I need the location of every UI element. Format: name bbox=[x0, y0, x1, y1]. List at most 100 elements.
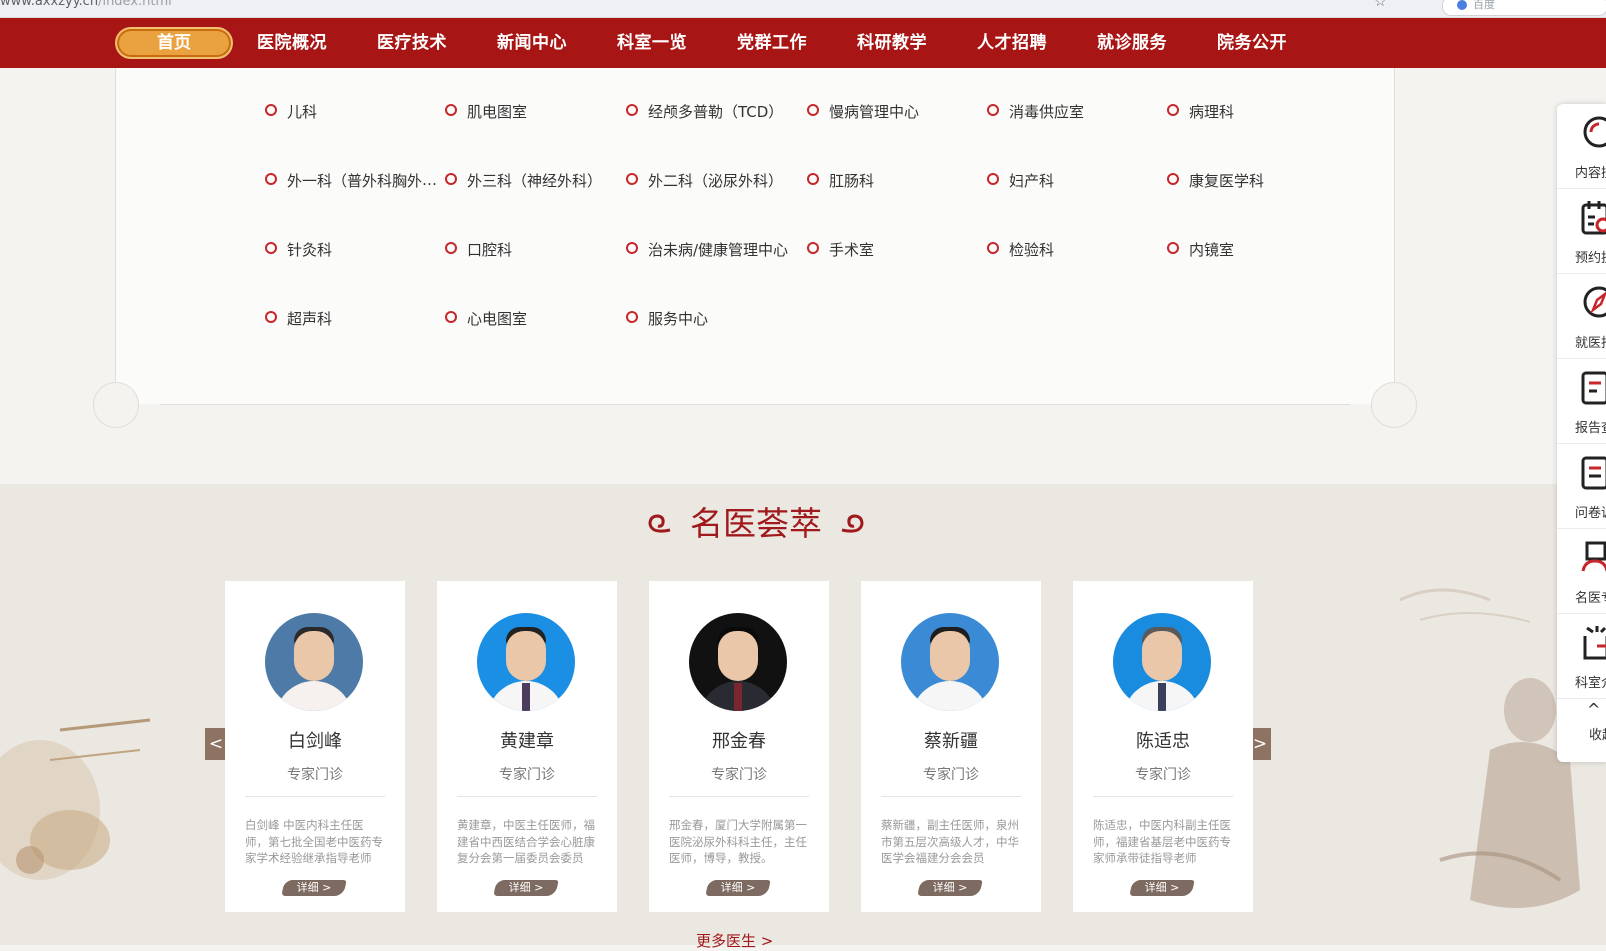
sidebar-item-guide[interactable]: 就医指南 bbox=[1557, 274, 1606, 359]
doctor-description: 陈适忠，中医内科副主任医师，福建省基层老中医药专家师承带徒指导老师 bbox=[1093, 818, 1231, 865]
section-title: 名医荟萃 bbox=[690, 504, 822, 543]
department-link[interactable]: 妇产科 bbox=[987, 170, 1165, 190]
department-link[interactable]: 消毒供应室 bbox=[987, 101, 1165, 121]
sidebar-collapse-button[interactable]: ^ 收起 bbox=[1557, 694, 1606, 762]
sidebar-item-survey[interactable]: 问卷调查 bbox=[1557, 444, 1606, 529]
department-link[interactable]: 针灸科 bbox=[265, 239, 443, 259]
panel-corner-right bbox=[1371, 382, 1417, 428]
department-link[interactable]: 检验科 bbox=[987, 239, 1165, 259]
department-link[interactable]: 外二科（泌尿外科） bbox=[626, 170, 804, 190]
sidebar-collapse-label: 收起 bbox=[1589, 728, 1606, 743]
section-title-wrap: 名医荟萃 bbox=[646, 500, 866, 550]
doctor-clinic-type: 专家门诊 bbox=[499, 767, 555, 783]
doctor-card[interactable]: 黄建章 专家门诊 黄建章，中医主任医师，福建省中西医结合学会心脏康复分会第一届委… bbox=[437, 581, 617, 912]
department-label: 病理科 bbox=[1189, 103, 1235, 121]
survey-icon bbox=[1581, 456, 1606, 490]
doctor-detail-button[interactable]: 详细 > bbox=[493, 878, 559, 898]
sidebar-item-label: 问卷调查 bbox=[1575, 506, 1606, 521]
nav-item-overview[interactable]: 医院概况 bbox=[257, 18, 327, 68]
doctor-name: 白剑峰 bbox=[288, 731, 342, 752]
department-label: 治未病/健康管理中心 bbox=[648, 241, 789, 259]
bullet-icon bbox=[265, 310, 277, 323]
department-label: 肌电图室 bbox=[467, 103, 528, 121]
more-doctors-link[interactable]: 更多医生 > bbox=[696, 930, 773, 951]
department-label: 心电图室 bbox=[467, 310, 528, 328]
sidebar-item-label: 就医指南 bbox=[1575, 336, 1606, 351]
bullet-icon bbox=[807, 241, 819, 254]
bullet-icon bbox=[265, 172, 277, 185]
doctor-card[interactable]: 蔡新疆 专家门诊 蔡新疆，副主任医师，泉州市第五层次高级人才，中华医学会福建分会… bbox=[861, 581, 1041, 912]
nav-item-party[interactable]: 党群工作 bbox=[737, 18, 807, 68]
doctor-card[interactable]: 白剑峰 专家门诊 白剑峰 中医内科主任医师，第七批全国老中医药专家学术经验继承指… bbox=[225, 581, 405, 912]
department-label: 手术室 bbox=[829, 241, 875, 259]
doctor-detail-button[interactable]: 详细 > bbox=[705, 878, 771, 898]
browser-search-box[interactable]: 百度 bbox=[1442, 0, 1606, 16]
nav-item-label: 首页 bbox=[157, 33, 191, 53]
department-link[interactable]: 手术室 bbox=[807, 239, 985, 259]
card-divider bbox=[669, 796, 809, 797]
sidebar-item-experts[interactable]: 名医专家 bbox=[1557, 529, 1606, 614]
doctor-photo bbox=[901, 613, 999, 711]
floating-sidebar: 内容搜索 预约挂号 就医指南 报告查询 问卷调查 名医专家 科室介绍 ^ 收起 bbox=[1557, 104, 1606, 762]
bookmark-star-icon[interactable]: ☆ bbox=[1374, 0, 1387, 10]
department-link[interactable]: 超声科 bbox=[265, 308, 443, 328]
search-icon bbox=[1583, 116, 1606, 148]
sidebar-item-label: 报告查询 bbox=[1575, 421, 1606, 436]
doctor-card[interactable]: 陈适忠 专家门诊 陈适忠，中医内科副主任医师，福建省基层老中医药专家师承带徒指导… bbox=[1073, 581, 1253, 912]
department-link[interactable]: 内镜室 bbox=[1167, 239, 1345, 259]
bullet-icon bbox=[626, 103, 638, 116]
doctor-name: 陈适忠 bbox=[1136, 731, 1190, 752]
doctor-description: 黄建章，中医主任医师，福建省中西医结合学会心脏康复分会第一届委员会委员 bbox=[457, 818, 595, 865]
nav-item-technology[interactable]: 医疗技术 bbox=[377, 18, 447, 68]
sidebar-item-search[interactable]: 内容搜索 bbox=[1557, 104, 1606, 189]
department-link[interactable]: 服务中心 bbox=[626, 308, 804, 328]
doctor-description: 白剑峰 中医内科主任医师，第七批全国老中医药专家学术经验继承指导老师 bbox=[245, 818, 383, 865]
nav-item-home[interactable]: 首页 bbox=[115, 27, 233, 59]
department-link[interactable]: 经颅多普勒（TCD） bbox=[626, 101, 804, 121]
department-link[interactable]: 慢病管理中心 bbox=[807, 101, 985, 121]
department-link[interactable]: 心电图室 bbox=[445, 308, 623, 328]
nav-item-recruitment[interactable]: 人才招聘 bbox=[977, 18, 1047, 68]
nav-item-departments[interactable]: 科室一览 bbox=[617, 18, 687, 68]
bullet-icon bbox=[626, 310, 638, 323]
card-divider bbox=[457, 796, 597, 797]
detail-label: 详细 > bbox=[932, 881, 968, 894]
nav-item-research[interactable]: 科研教学 bbox=[857, 18, 927, 68]
doctor-detail-button[interactable]: 详细 > bbox=[917, 878, 983, 898]
department-link[interactable]: 口腔科 bbox=[445, 239, 623, 259]
department-link[interactable]: 外一科（普外科胸外科） bbox=[265, 170, 443, 190]
sidebar-item-appointment[interactable]: 预约挂号 bbox=[1557, 189, 1606, 274]
nav-item-affairs[interactable]: 院务公开 bbox=[1217, 18, 1287, 68]
sidebar-item-report[interactable]: 报告查询 bbox=[1557, 359, 1606, 444]
card-divider bbox=[245, 796, 385, 797]
doctor-card[interactable]: 邢金春 专家门诊 邢金春，厦门大学附属第一医院泌尿外科科主任，主任医师，博导，教… bbox=[649, 581, 829, 912]
department-label: 检验科 bbox=[1009, 241, 1055, 259]
address-bar[interactable]: www.axxzyy.cn/index.html bbox=[0, 0, 172, 9]
doctor-photo bbox=[689, 613, 787, 711]
compass-icon bbox=[1583, 286, 1606, 318]
detail-label: 详细 > bbox=[720, 881, 756, 894]
department-link[interactable]: 肌电图室 bbox=[445, 101, 623, 121]
doctor-detail-button[interactable]: 详细 > bbox=[1129, 878, 1195, 898]
bullet-icon bbox=[626, 241, 638, 254]
main-nav: 首页 医院概况 医疗技术 新闻中心 科室一览 党群工作 科研教学 人才招聘 就诊… bbox=[0, 18, 1606, 68]
url-host: www.axxzyy.cn bbox=[0, 0, 99, 9]
nav-item-news[interactable]: 新闻中心 bbox=[497, 18, 567, 68]
department-link[interactable]: 肛肠科 bbox=[807, 170, 985, 190]
bullet-icon bbox=[807, 103, 819, 116]
department-link[interactable]: 病理科 bbox=[1167, 101, 1345, 121]
carousel-prev-button[interactable]: < bbox=[205, 728, 227, 760]
url-path: /index.html bbox=[98, 0, 172, 9]
doctor-detail-button[interactable]: 详细 > bbox=[281, 878, 347, 898]
department-link[interactable]: 治未病/健康管理中心 bbox=[626, 239, 804, 259]
department-link[interactable]: 儿科 bbox=[265, 101, 443, 121]
doctor-photo bbox=[477, 613, 575, 711]
department-link[interactable]: 康复医学科 bbox=[1167, 170, 1345, 190]
bullet-icon bbox=[445, 310, 457, 323]
search-engine-label: 百度 bbox=[1473, 0, 1495, 11]
department-label: 康复医学科 bbox=[1189, 172, 1265, 190]
nav-item-services[interactable]: 就诊服务 bbox=[1097, 18, 1167, 68]
sidebar-item-label: 科室介绍 bbox=[1575, 676, 1606, 691]
department-link[interactable]: 外三科（神经外科） bbox=[445, 170, 623, 190]
sidebar-item-departments[interactable]: 科室介绍 bbox=[1557, 614, 1606, 699]
